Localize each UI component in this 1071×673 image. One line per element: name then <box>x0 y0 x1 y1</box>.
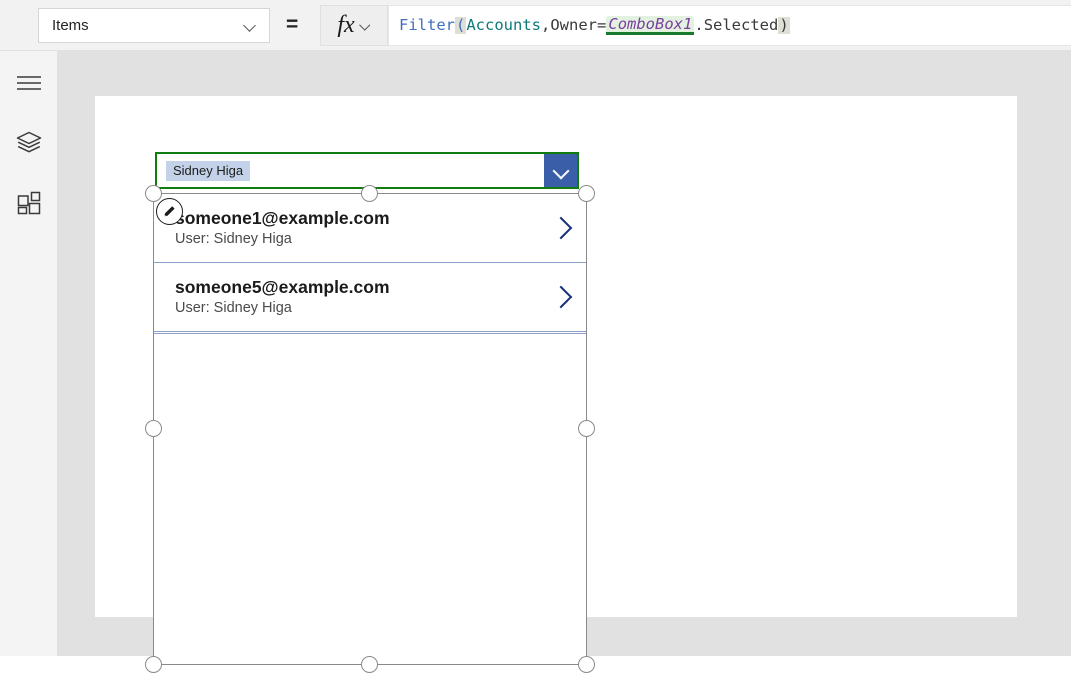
formula-token-field: Owner <box>550 15 598 34</box>
gallery-item-title: someone1@example.com <box>175 207 390 228</box>
resize-handle-bottom-center[interactable] <box>361 656 378 673</box>
fx-icon: fx <box>337 11 355 38</box>
fx-button[interactable]: fx <box>320 5 388 46</box>
resize-handle-middle-left[interactable] <box>145 420 162 437</box>
resize-handle-middle-right[interactable] <box>578 420 595 437</box>
formula-token-operator: = <box>597 15 607 34</box>
formula-token-open-paren: ( <box>455 15 467 35</box>
sidebar-item-hamburger[interactable] <box>11 65 47 101</box>
resize-handle-bottom-left[interactable] <box>145 656 162 673</box>
formula-token-function: Filter <box>399 15 455 34</box>
combobox-control[interactable]: Sidney Higa <box>155 152 579 189</box>
gallery-control[interactable]: someone1@example.com User: Sidney Higa s… <box>153 193 587 665</box>
gallery-item[interactable]: someone5@example.com User: Sidney Higa <box>154 263 586 332</box>
sidebar-item-insert[interactable] <box>11 185 47 221</box>
resize-handle-bottom-right[interactable] <box>578 656 595 673</box>
gallery-item-nav-button[interactable] <box>538 285 586 307</box>
resize-handle-top-center[interactable] <box>361 185 378 202</box>
equals-sign: = <box>286 13 299 36</box>
gallery-item-subtitle: User: Sidney Higa <box>175 231 292 248</box>
chevron-down-icon <box>244 19 257 32</box>
formula-token-datasource: Accounts <box>466 15 541 34</box>
sidebar-item-tree-view[interactable] <box>11 125 47 161</box>
gallery-item-subtitle: User: Sidney Higa <box>175 300 292 317</box>
property-dropdown-label: Items <box>52 17 89 34</box>
left-rail <box>0 51 57 656</box>
chevron-down-icon <box>360 20 371 31</box>
resize-handle-top-left[interactable] <box>145 185 162 202</box>
formula-token-control: ComboBox1 <box>606 15 695 36</box>
chevron-right-icon <box>551 285 573 307</box>
resize-handle-top-right[interactable] <box>578 185 595 202</box>
formula-token-close-paren: ) <box>778 15 790 35</box>
formula-token-comma: , <box>541 15 551 34</box>
gallery-item[interactable]: someone1@example.com User: Sidney Higa <box>154 194 586 263</box>
canvas-area: Sidney Higa someone1@example.com User: S… <box>57 51 1071 673</box>
formula-token-property: .Selected <box>694 15 779 34</box>
layers-icon <box>16 131 42 153</box>
pencil-edit-icon <box>163 206 175 217</box>
formula-input[interactable]: Filter( Accounts, Owner = ComboBox1 .Sele… <box>388 5 1071 46</box>
combobox-toggle-button[interactable] <box>544 154 577 187</box>
combobox-selected-chip: Sidney Higa <box>166 160 251 181</box>
gallery-template-separator <box>154 332 586 334</box>
chevron-down-icon <box>553 163 569 179</box>
hamburger-icon <box>17 76 41 90</box>
gallery-item-title: someone5@example.com <box>175 276 390 297</box>
formula-bar: Items = fx Filter( Accounts, Owner = Com… <box>0 0 1071 51</box>
gallery-edit-badge[interactable] <box>156 198 183 225</box>
property-dropdown[interactable]: Items <box>38 8 270 43</box>
gallery-item-nav-button[interactable] <box>538 216 586 238</box>
chevron-right-icon <box>551 216 573 238</box>
grid-insert-icon <box>17 191 41 215</box>
power-apps-studio: Items = fx Filter( Accounts, Owner = Com… <box>0 0 1071 673</box>
